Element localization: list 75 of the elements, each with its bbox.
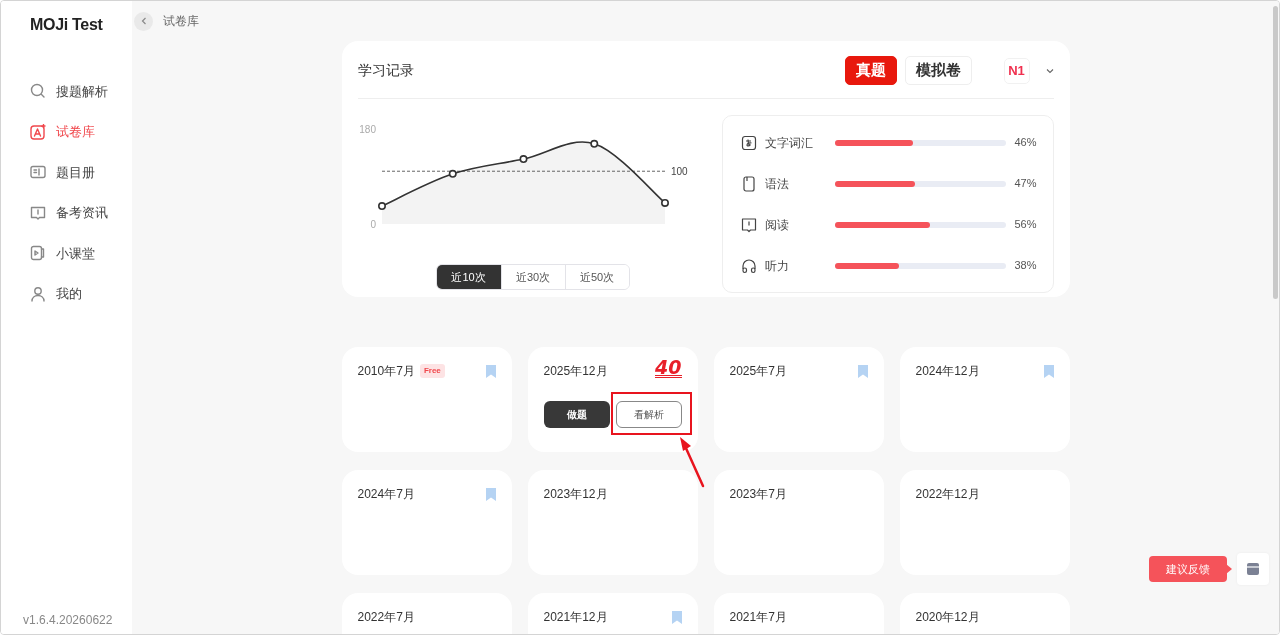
headphones-icon [740,257,757,274]
data-point [519,155,527,164]
data-point [589,139,598,148]
skill-label: 阅读 [764,216,790,234]
user-icon [30,285,46,302]
paper-date: 2021年7月 [729,609,787,626]
axis-tick-label: 0 [369,219,376,230]
paper-date: 2024年12月 [915,363,980,380]
paper-card[interactable]: 2024年7月 [341,470,512,575]
paper-card[interactable]: 2020年12月 [899,593,1070,634]
exam-type-tab[interactable]: 模拟卷 [904,56,972,85]
exam-type-tab[interactable]: 真题 [844,56,897,85]
book-icon [30,204,46,221]
paper-date: 2021年12月 [543,609,608,626]
action-button[interactable]: 看解析 [615,401,682,428]
test-paper-icon [30,123,46,140]
paper-date: 2025年7月 [729,363,787,380]
paper-date: 2022年12月 [915,486,980,503]
section-title: 学习记录 [357,61,414,80]
percent-text: 47% [1014,176,1037,192]
paper-card[interactable]: 2022年12月 [899,470,1070,575]
paper-card[interactable]: 2023年12月 [527,470,698,575]
app-logo: MOJi Test [29,15,104,35]
video-icon [30,245,46,262]
back-icon [139,17,148,25]
paper-card[interactable]: 2025年7月 [713,347,884,452]
box-icon [1246,562,1260,576]
paper-date: 2022年7月 [357,609,415,626]
percent-text: 38% [1014,258,1037,274]
level-selector[interactable]: N1 [1003,57,1030,84]
paper-date: 2010年7月 [357,363,415,380]
paper-card[interactable]: 2021年7月 [713,593,884,634]
paper-card[interactable]: 2024年12月 [899,347,1070,452]
range-tab[interactable]: 近10次 [436,265,501,289]
sidebar-item[interactable]: 试卷库 [1,111,132,152]
percent-text: 46% [1014,135,1037,151]
paper-card[interactable]: 2021年12月 [527,593,698,634]
action-button[interactable]: 做题 [543,401,610,428]
sidebar-item[interactable]: 备考资讯 [1,192,132,233]
sidebar-item[interactable]: 小课堂 [1,233,132,274]
data-point [377,202,386,211]
book-icon [740,216,757,233]
reference-label: 100 [670,166,688,178]
paper-date: 2024年7月 [357,486,415,503]
paper-card[interactable]: 2025年12月 40 做题 看解析 [527,347,698,452]
skill-label: 文字词汇 [764,134,814,152]
range-tab[interactable]: 近50次 [564,265,629,289]
data-point [448,169,457,178]
search-icon [30,83,46,100]
axis-tick-label: 180 [358,124,376,135]
data-point [660,198,669,207]
skill-label: 语法 [764,175,790,193]
paper-date: 2023年7月 [729,486,787,503]
sidebar-item[interactable]: 题目册 [1,152,132,193]
paper-date: 2020年12月 [915,609,980,626]
paper-date: 2023年12月 [543,486,608,503]
breadcrumb-text: 试卷库 [163,13,199,30]
paper-card[interactable]: 2023年7月 [713,470,884,575]
dropdown-chevron[interactable] [1045,67,1054,74]
sidebar-item[interactable]: 搜题解析 [1,71,132,112]
scrollbar-thumb[interactable] [1273,6,1278,299]
free-tag: Free [419,364,445,378]
notebook-icon [30,164,46,181]
kana-icon [740,134,757,151]
paper-card[interactable]: 2010年7月 Free [341,347,512,452]
paper-date: 2025年12月 [543,363,608,380]
feedback-button[interactable] [1237,553,1269,585]
percent-text: 56% [1014,217,1037,233]
card-icon [740,175,757,192]
sidebar-item[interactable]: 我的 [1,273,132,314]
score-mark: 40 [655,358,682,378]
version-text: v1.6.4.20260622 [22,612,114,629]
skill-label: 听力 [764,257,790,275]
paper-card[interactable]: 2022年7月 [341,593,512,634]
back-button[interactable] [134,11,153,31]
